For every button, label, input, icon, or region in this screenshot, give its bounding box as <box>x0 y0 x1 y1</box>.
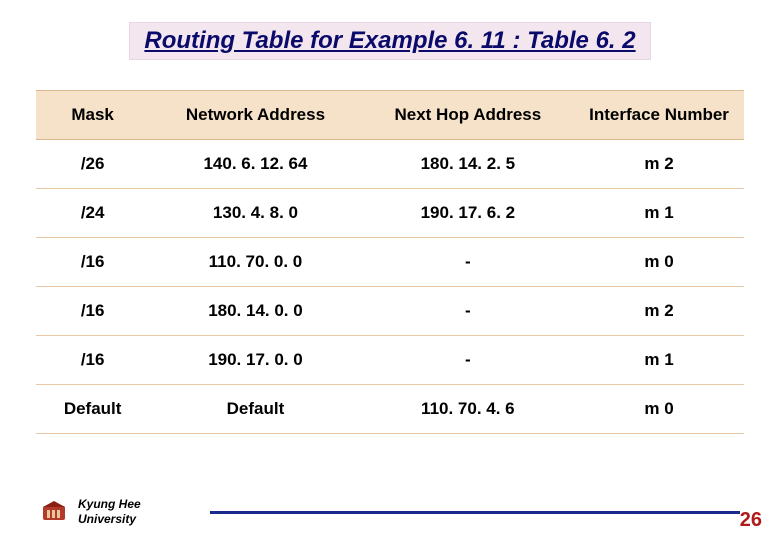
cell-network: 140. 6. 12. 64 <box>149 140 361 189</box>
cell-mask: /16 <box>36 287 149 336</box>
cell-iface: m 1 <box>574 189 744 238</box>
col-header-next-hop-address: Next Hop Address <box>362 91 574 140</box>
routing-table: Mask Network Address Next Hop Address In… <box>36 90 744 434</box>
cell-iface: m 0 <box>574 238 744 287</box>
table-row: /24 130. 4. 8. 0 190. 17. 6. 2 m 1 <box>36 189 744 238</box>
col-header-network-address: Network Address <box>149 91 361 140</box>
table-row: /16 190. 17. 0. 0 - m 1 <box>36 336 744 385</box>
cell-nexthop: - <box>362 336 574 385</box>
col-header-mask: Mask <box>36 91 149 140</box>
table-row: Default Default 110. 70. 4. 6 m 0 <box>36 385 744 434</box>
page-number: 26 <box>740 509 762 532</box>
cell-iface: m 2 <box>574 287 744 336</box>
cell-network: 180. 14. 0. 0 <box>149 287 361 336</box>
cell-nexthop: 110. 70. 4. 6 <box>362 385 574 434</box>
slide-title: Routing Table for Example 6. 11 : Table … <box>129 22 650 60</box>
table-row: /16 110. 70. 0. 0 - m 0 <box>36 238 744 287</box>
cell-mask: /16 <box>36 336 149 385</box>
university-line2: University <box>78 512 136 526</box>
table-header-row: Mask Network Address Next Hop Address In… <box>36 91 744 140</box>
cell-iface: m 0 <box>574 385 744 434</box>
cell-nexthop: - <box>362 238 574 287</box>
footer: Kyung Hee University <box>40 497 141 526</box>
cell-mask: Default <box>36 385 149 434</box>
cell-nexthop: - <box>362 287 574 336</box>
cell-network: 190. 17. 0. 0 <box>149 336 361 385</box>
cell-nexthop: 190. 17. 6. 2 <box>362 189 574 238</box>
cell-network: Default <box>149 385 361 434</box>
cell-network: 110. 70. 0. 0 <box>149 238 361 287</box>
cell-network: 130. 4. 8. 0 <box>149 189 361 238</box>
table-row: /26 140. 6. 12. 64 180. 14. 2. 5 m 2 <box>36 140 744 189</box>
cell-mask: /26 <box>36 140 149 189</box>
cell-iface: m 1 <box>574 336 744 385</box>
university-name: Kyung Hee University <box>78 497 141 526</box>
footer-divider <box>210 511 740 514</box>
university-line1: Kyung Hee <box>78 497 141 511</box>
university-crest-icon <box>40 500 68 524</box>
cell-mask: /24 <box>36 189 149 238</box>
cell-iface: m 2 <box>574 140 744 189</box>
cell-nexthop: 180. 14. 2. 5 <box>362 140 574 189</box>
col-header-interface-number: Interface Number <box>574 91 744 140</box>
cell-mask: /16 <box>36 238 149 287</box>
table-row: /16 180. 14. 0. 0 - m 2 <box>36 287 744 336</box>
